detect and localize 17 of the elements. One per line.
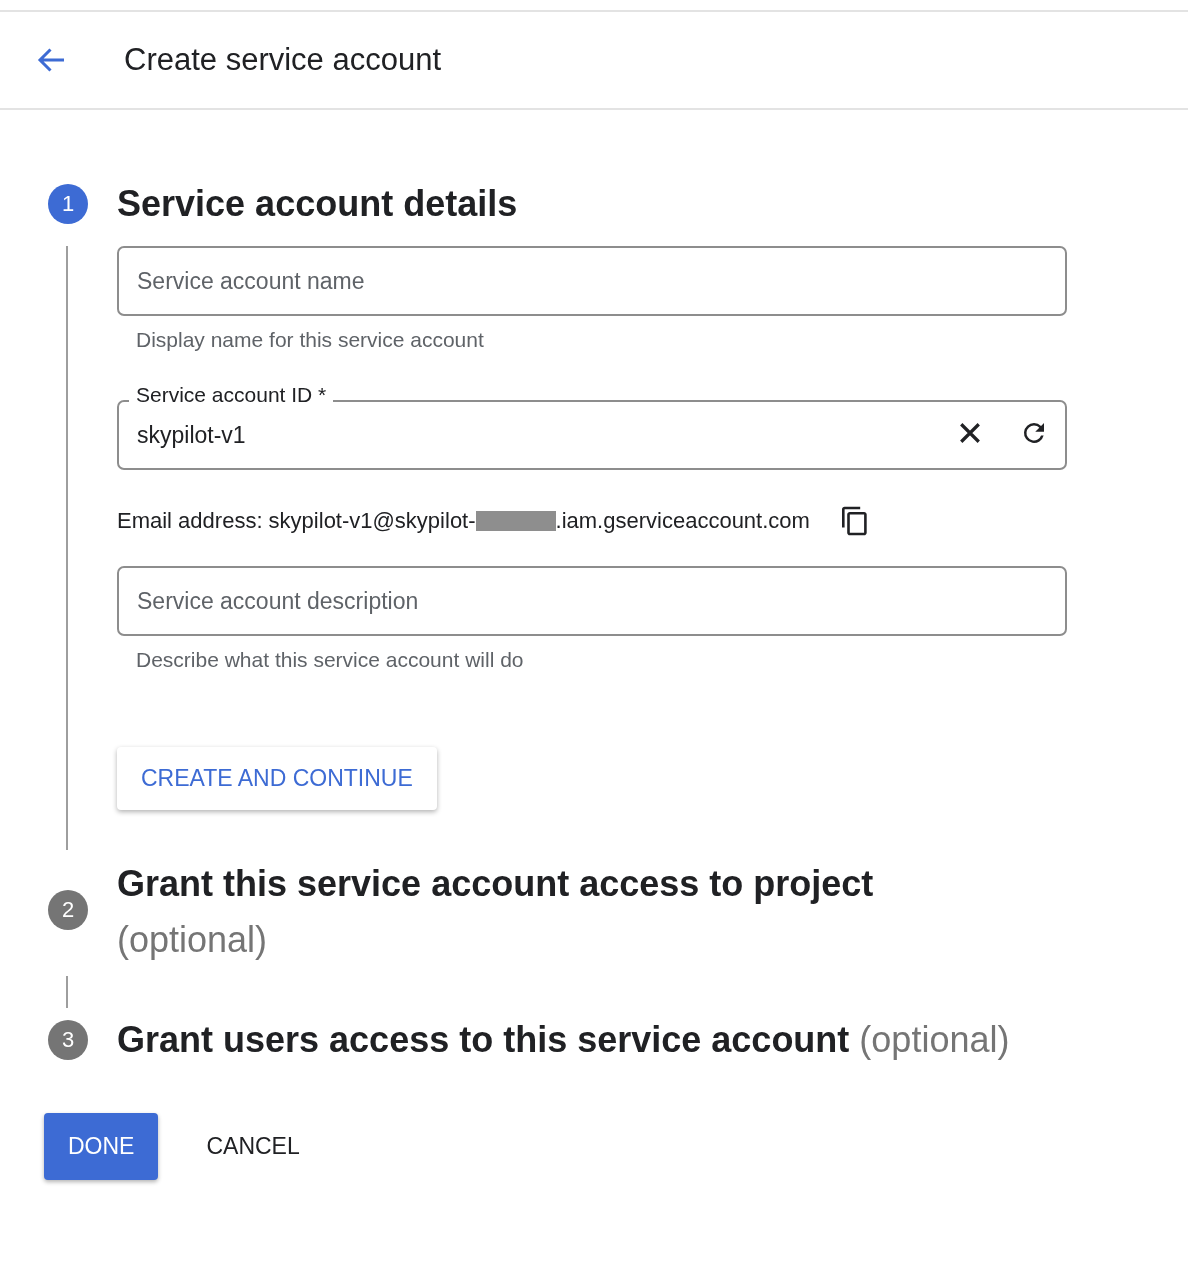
copy-icon[interactable]: [841, 506, 868, 536]
description-field[interactable]: Service account description: [117, 566, 1067, 636]
step-title: Service account details: [117, 182, 519, 226]
email-text: Email address: skypilot-v1@skypilot-: [117, 508, 476, 534]
done-button[interactable]: DONE: [44, 1113, 159, 1180]
step-number: 2: [48, 890, 88, 930]
helper-text: Display name for this service account: [136, 328, 485, 352]
step-title: Grant users access to this service account (optional): [117, 1018, 1011, 1062]
step-number: 1: [48, 184, 88, 224]
page-title: Create service account: [124, 42, 442, 78]
cancel-button[interactable]: CANCEL: [182, 1113, 324, 1180]
step-number: 3: [48, 1020, 88, 1060]
name-field[interactable]: Service account name: [117, 246, 1067, 316]
email-text: .iam.gserviceaccount.com: [555, 508, 810, 534]
step-title: Grant this service account access to project (optional): [117, 862, 875, 962]
helper-text: Describe what this service account will do: [136, 648, 525, 672]
create-and-continue-button[interactable]: CREATE AND CONTINUE: [117, 747, 437, 810]
